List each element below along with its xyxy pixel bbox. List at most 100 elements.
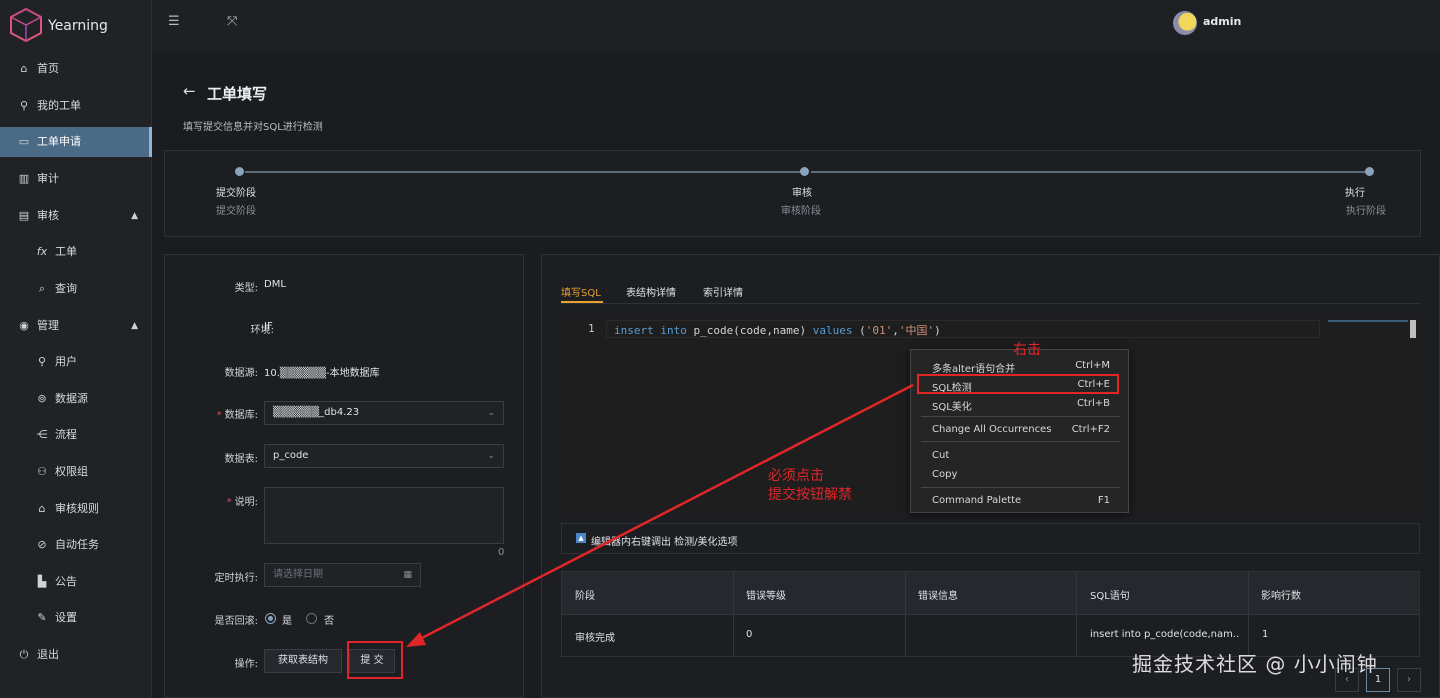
description-textarea[interactable]: [264, 487, 504, 544]
sidebar-item-audit-log[interactable]: ▥ 审计: [0, 164, 152, 194]
sidebar-item-rules[interactable]: ⌂ 审核规则: [0, 494, 152, 524]
sidebar-item-home[interactable]: ⌂ 首页: [0, 54, 152, 84]
ctx-item-label: 多条alter语句合并: [932, 364, 1016, 375]
sidebar-item-label: 审计: [37, 172, 59, 185]
database-label-text: 数据库:: [224, 410, 258, 421]
step-desc: 提交阶段: [216, 206, 256, 217]
env-label: 环境:: [250, 325, 274, 336]
sidebar: Yearning ⌂ 首页 ⚲ 我的工单 ▭ 工单申请 ▥ 审计 ▤ 审核 ▲ …: [0, 0, 152, 698]
desc-char-count: 0: [498, 547, 505, 558]
table-cell: 0: [746, 629, 753, 640]
sidebar-item-label: 数据源: [55, 392, 88, 405]
tab-index-detail[interactable]: 索引详情: [703, 284, 743, 299]
chevron-up-icon: ▲: [131, 211, 138, 221]
rollback-no-radio[interactable]: [306, 613, 317, 624]
rule-icon: ⌂: [38, 502, 46, 515]
settings-icon: ✎: [37, 611, 47, 624]
group-icon: ⚇: [37, 465, 47, 478]
ctx-item-label: Command Palette: [932, 495, 1022, 506]
tab-table-structure[interactable]: 表结构详情: [626, 284, 676, 299]
sidebar-item-label: 流程: [55, 428, 77, 441]
datasource-icon: ⊚: [37, 392, 47, 405]
code-keyword: values: [812, 324, 853, 337]
fx-icon: fx: [36, 245, 48, 258]
rollback-yes-radio[interactable]: [265, 613, 276, 624]
editor-scrollbar[interactable]: [1410, 320, 1416, 338]
table-header-cell: 错误信息: [918, 591, 958, 602]
code-text: ): [934, 324, 941, 337]
sidebar-item-review-orders[interactable]: fx 工单: [0, 237, 152, 267]
desc-label: * 说明:: [148, 493, 258, 508]
ctx-change-all[interactable]: Change All Occurrences Ctrl+F2: [911, 421, 1130, 439]
ctx-cut[interactable]: Cut: [911, 447, 1130, 465]
submit-highlight-box: [347, 641, 403, 679]
sidebar-item-notice[interactable]: ▙ 公告: [0, 567, 152, 597]
fullscreen-icon[interactable]: ⤧: [227, 14, 237, 29]
sidebar-item-group[interactable]: ⚇ 权限组: [0, 457, 152, 487]
action-label: 操作:: [234, 659, 258, 670]
col-divider: [905, 572, 906, 656]
table-select-value: p_code: [273, 450, 309, 461]
app-name: Yearning: [48, 18, 108, 34]
steps-panel: 提交阶段 提交阶段 审核 审核阶段 执行 执行阶段: [164, 150, 1421, 237]
sidebar-item-label: 审核规则: [55, 502, 99, 515]
sql-code-line[interactable]: insert into p_code(code,name) values ('0…: [614, 322, 941, 338]
tab-write-sql[interactable]: 填写SQL: [561, 284, 601, 299]
pagination-next[interactable]: ›: [1397, 668, 1421, 692]
sidebar-item-order-apply[interactable]: ▭ 工单申请: [0, 127, 152, 157]
table-select[interactable]: p_code ⌄: [264, 444, 504, 468]
sidebar-item-query[interactable]: ⌕ 查询: [0, 274, 152, 304]
sidebar-item-manage[interactable]: ◉ 管理 ▲: [0, 311, 152, 341]
avatar[interactable]: [1173, 11, 1197, 35]
database-label: * 数据库:: [148, 406, 258, 421]
sidebar-item-review[interactable]: ▤ 审核 ▲: [0, 201, 152, 231]
type-label: 类型:: [234, 283, 258, 294]
code-text: p_code(code,name): [686, 324, 813, 337]
user-icon: ⚲: [19, 99, 29, 112]
back-arrow-icon[interactable]: ←: [183, 82, 196, 100]
sidebar-item-label: 我的工单: [37, 99, 81, 112]
menu-toggle-icon[interactable]: ☰: [168, 14, 180, 29]
sidebar-item-users[interactable]: ⚲ 用户: [0, 347, 152, 377]
page-subtitle: 填写提交信息并对SQL进行检测: [183, 122, 323, 133]
row-divider: [562, 614, 1419, 615]
rollback-no-label: 否: [324, 616, 334, 627]
watermark: 掘金技术社区 @ 小小闹钟: [1132, 652, 1378, 676]
annotation-right-click: 右击: [1013, 342, 1041, 358]
option-hint-text: 编辑器内右键调出 检测/美化选项: [591, 537, 738, 548]
sidebar-item-my-orders[interactable]: ⚲ 我的工单: [0, 91, 152, 121]
table-header-cell: 错误等级: [746, 591, 786, 602]
database-select[interactable]: ▒▒▒▒▒▒_db4.23 ⌄: [264, 401, 504, 425]
ctx-item-label: Change All Occurrences: [932, 424, 1052, 435]
sidebar-item-label: 查询: [55, 282, 77, 295]
schedule-date-picker[interactable]: 请选择日期 ▦: [264, 563, 421, 587]
col-divider: [733, 572, 734, 656]
search-icon: ⌕: [38, 282, 46, 295]
sidebar-item-datasource[interactable]: ⊚ 数据源: [0, 384, 152, 414]
ctx-copy[interactable]: Copy: [911, 466, 1130, 484]
schedule-label: 定时执行:: [214, 573, 258, 584]
sidebar-item-label: 权限组: [55, 465, 88, 478]
ctx-sql-beautify[interactable]: SQL美化 Ctrl+B: [911, 395, 1130, 413]
sidebar-item-flow[interactable]: ⋲ 流程: [0, 420, 152, 450]
chevron-down-icon: ⌄: [487, 408, 495, 418]
sidebar-item-logout[interactable]: ⏻ 退出: [0, 640, 152, 670]
rollback-label: 是否回滚:: [214, 616, 258, 627]
logo[interactable]: Yearning: [0, 0, 152, 52]
sidebar-item-settings[interactable]: ✎ 设置: [0, 603, 152, 633]
step-title: 执行: [1345, 188, 1365, 199]
logout-icon: ⏻: [19, 648, 29, 661]
page-title: 工单填写: [207, 85, 268, 103]
step-desc: 执行阶段: [1346, 206, 1386, 217]
ctx-command-palette[interactable]: Command Palette F1: [911, 492, 1130, 510]
col-divider: [1248, 572, 1249, 656]
ctx-merge-alter[interactable]: 多条alter语句合并 Ctrl+M: [911, 357, 1130, 375]
sidebar-item-auto-task[interactable]: ⊘ 自动任务: [0, 530, 152, 560]
sidebar-item-label: 管理: [37, 319, 59, 332]
sidebar-item-label: 工单: [55, 245, 77, 258]
form-icon: ▭: [18, 135, 30, 148]
desc-label-text: 说明:: [234, 497, 258, 508]
fetch-structure-button[interactable]: 获取表结构: [264, 649, 342, 673]
username[interactable]: admin: [1203, 15, 1241, 28]
flow-icon: ⋲: [36, 428, 48, 441]
